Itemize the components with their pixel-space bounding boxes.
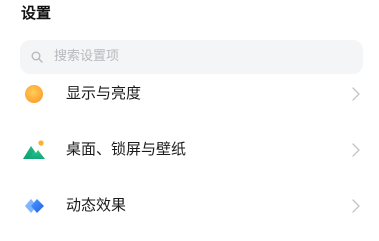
- chevron-right-icon: [352, 87, 360, 101]
- settings-item-label: 显示与亮度: [66, 84, 142, 102]
- settings-item-label: 桌面、锁屏与壁纸: [66, 140, 187, 158]
- search-placeholder: 搜索设置项: [54, 49, 120, 64]
- desktop-wallpaper-icon: [23, 140, 45, 159]
- settings-item-label: 动态效果: [66, 196, 127, 214]
- settings-item-display-brightness[interactable]: 显示与亮度: [0, 74, 379, 114]
- dynamic-effects-icon: [25, 199, 44, 213]
- chevron-right-icon: [352, 143, 360, 157]
- search-icon: [31, 51, 43, 63]
- settings-item-dynamic-effects[interactable]: 动态效果: [0, 186, 379, 226]
- settings-item-desktop-wallpaper[interactable]: 桌面、锁屏与壁纸: [0, 130, 379, 170]
- chevron-right-icon: [352, 199, 360, 213]
- page-title: 设置: [21, 4, 52, 22]
- search-input[interactable]: 搜索设置项: [20, 40, 363, 74]
- display-brightness-icon: [25, 85, 43, 103]
